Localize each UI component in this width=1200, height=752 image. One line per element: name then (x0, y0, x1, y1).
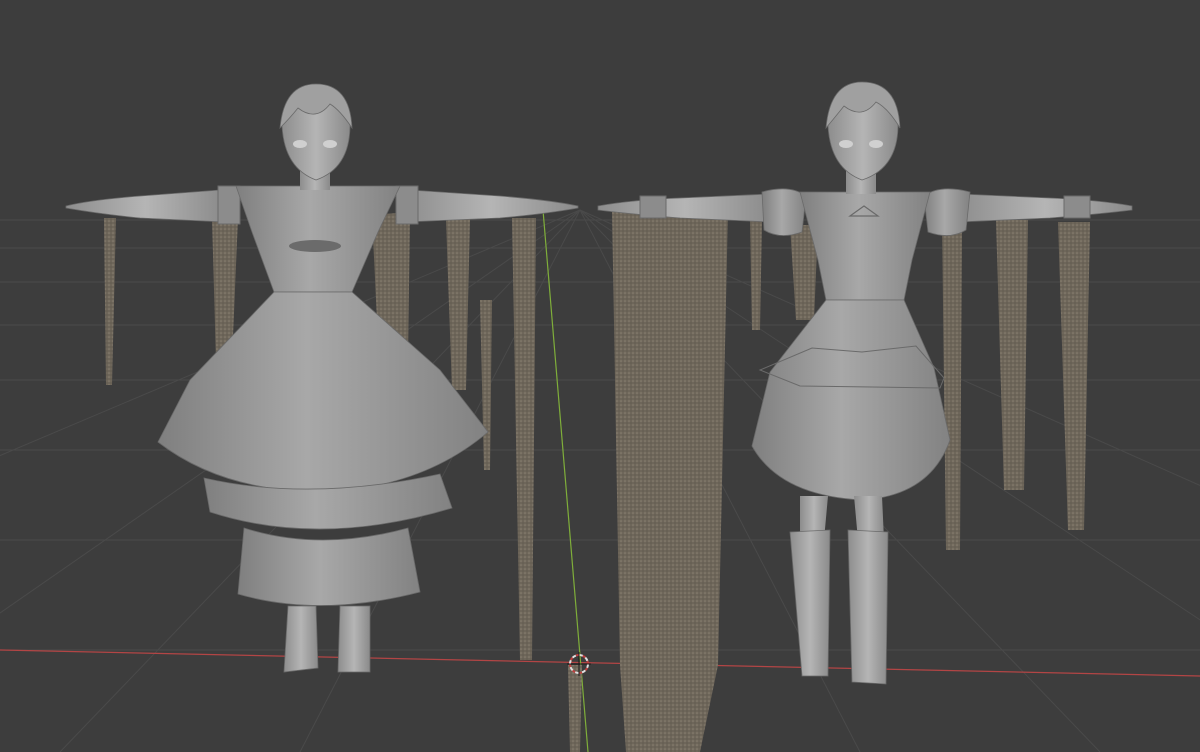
character-model-left[interactable] (65, 83, 579, 673)
3d-viewport[interactable] (0, 0, 1200, 752)
x-axis-line (0, 649, 1200, 677)
